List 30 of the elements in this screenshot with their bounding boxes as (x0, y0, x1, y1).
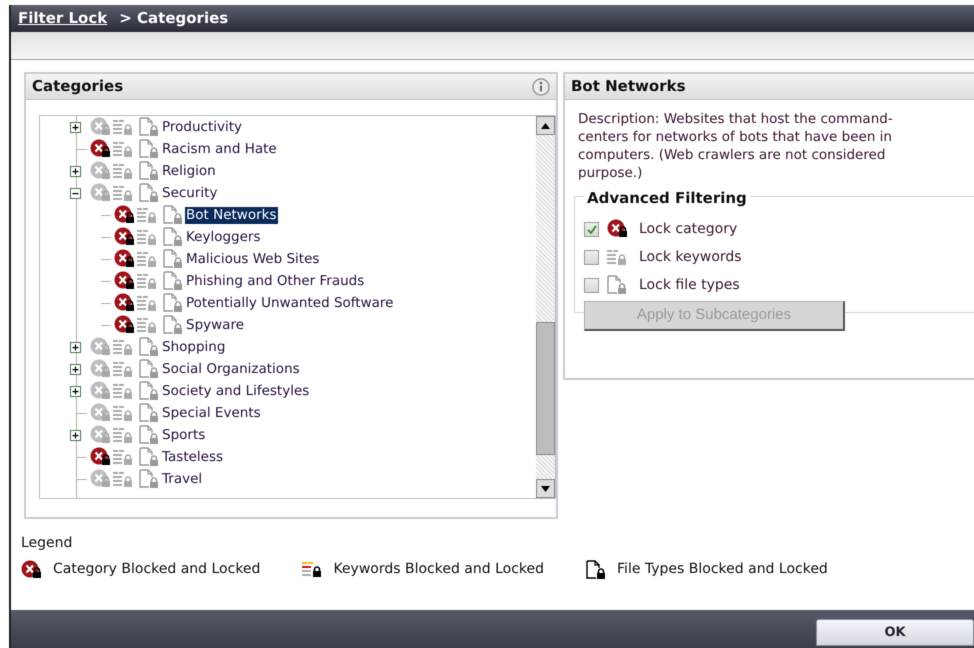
option-label: Lock category (639, 220, 738, 238)
legend-label: File Types Blocked and Locked (617, 560, 828, 579)
tree-item[interactable]: Social Organizations (161, 360, 301, 378)
legend-label: Keywords Blocked and Locked (333, 560, 544, 579)
breadcrumb-link[interactable]: Filter Lock (18, 7, 108, 30)
ok-button[interactable]: OK (816, 619, 974, 646)
option-label: Lock file types (639, 276, 740, 294)
tree-item[interactable]: Racism and Hate (161, 140, 278, 158)
legend-title: Legend (21, 534, 74, 553)
description-text: Description: Websites that host the command- centers for networks of bots that have been in computers. (Web crawlers are not considered purpose.) (578, 110, 894, 182)
option-label: Lock keywords (639, 248, 742, 266)
panel-title: Categories (32, 76, 124, 98)
tree-item[interactable]: Shopping (161, 338, 226, 356)
tree-item[interactable]: Society and Lifestyles (161, 382, 310, 400)
legend-label: Category Blocked and Locked (53, 560, 260, 579)
tree-item[interactable]: Phishing and Other Frauds (185, 272, 366, 290)
tree-item[interactable]: Keyloggers (185, 228, 262, 246)
tree-item[interactable]: Bot Networks (185, 206, 278, 224)
breadcrumb-current: > Categories (119, 8, 228, 30)
tree-item[interactable]: Tasteless (161, 448, 224, 466)
tree-item[interactable]: Religion (161, 162, 217, 180)
tree-item[interactable]: Productivity (161, 118, 244, 136)
tree-item[interactable]: Potentially Unwanted Software (185, 294, 394, 312)
tree-item[interactable]: Malicious Web Sites (185, 250, 320, 268)
panel-title: Bot Networks (571, 76, 686, 98)
tree-item[interactable]: Security (161, 184, 218, 202)
tree-item[interactable]: Sports (161, 426, 206, 444)
tree-item[interactable]: Travel (161, 470, 204, 488)
tree-item[interactable]: Special Events (161, 404, 262, 422)
tree-item[interactable]: Spyware (185, 316, 246, 334)
